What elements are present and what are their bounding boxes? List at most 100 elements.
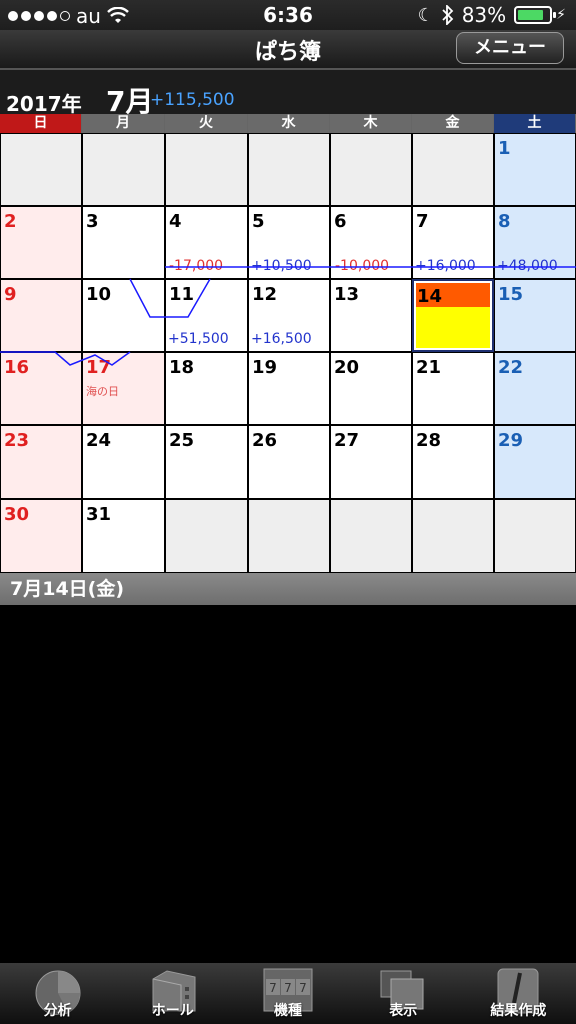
day-number: 14	[417, 286, 443, 307]
holiday-label: 海の日	[86, 385, 119, 398]
calendar-empty-cell	[165, 499, 248, 573]
day-cell-24[interactable]: 24	[82, 425, 165, 499]
day-amount: +16,500	[251, 331, 312, 347]
weekday-tue: 火	[165, 114, 248, 133]
day-number: 29	[498, 430, 524, 451]
calendar-empty-cell	[494, 499, 576, 573]
calendar-empty-cell	[248, 133, 330, 206]
selected-day-body	[416, 307, 490, 348]
day-number: 24	[86, 430, 112, 451]
menu-button[interactable]: メニュー	[456, 32, 564, 64]
day-number: 15	[498, 284, 524, 305]
day-cell-15[interactable]: 15	[494, 279, 576, 352]
day-amount: -10,000	[335, 258, 390, 274]
day-cell-30[interactable]: 30	[0, 499, 82, 573]
weekday-fri: 金	[412, 114, 494, 133]
day-cell-6[interactable]: 6 -10,000	[330, 206, 412, 279]
day-cell-31[interactable]: 31	[82, 499, 165, 573]
day-cell-21[interactable]: 21	[412, 352, 494, 425]
day-cell-7[interactable]: 7 +16,000	[412, 206, 494, 279]
tab-label: 結果作成	[490, 1003, 547, 1019]
day-detail-panel	[0, 605, 576, 963]
calendar-empty-cell	[412, 499, 494, 573]
day-cell-14-selected[interactable]: 14	[412, 279, 494, 352]
day-amount: -17,000	[169, 258, 224, 274]
day-amount: +51,500	[168, 331, 229, 347]
day-cell-26[interactable]: 26	[248, 425, 330, 499]
svg-text:7: 7	[284, 981, 292, 995]
tab-label: 分析	[43, 1003, 72, 1019]
calendar-empty-cell	[0, 133, 82, 206]
day-cell-13[interactable]: 13	[330, 279, 412, 352]
day-number: 8	[498, 211, 511, 232]
day-number: 21	[416, 357, 442, 378]
tab-display[interactable]: 表示	[346, 963, 461, 1024]
day-number: 23	[4, 430, 30, 451]
svg-text:7: 7	[299, 981, 307, 995]
day-number: 12	[252, 284, 278, 305]
tab-bar: 分析 ホール 7 7 7 機種 表示 結果作成	[0, 963, 576, 1024]
day-number: 25	[169, 430, 195, 451]
day-cell-29[interactable]: 29	[494, 425, 576, 499]
month-total: +115,500	[150, 90, 235, 110]
day-amount: +10,500	[251, 258, 312, 274]
day-number: 30	[4, 504, 30, 525]
day-number: 10	[86, 284, 112, 305]
tab-result[interactable]: 結果作成	[461, 963, 576, 1024]
day-cell-5[interactable]: 5 +10,500	[248, 206, 330, 279]
day-cell-11[interactable]: 11 +51,500	[165, 279, 248, 352]
nav-bar: ぱち簿 メニュー	[0, 30, 576, 68]
day-cell-19[interactable]: 19	[248, 352, 330, 425]
day-number: 6	[334, 211, 347, 232]
day-number: 27	[334, 430, 360, 451]
tab-label: 機種	[274, 1003, 302, 1019]
day-cell-3[interactable]: 3	[82, 206, 165, 279]
day-number: 19	[252, 357, 278, 378]
year-label: 2017年	[6, 92, 82, 116]
calendar-empty-cell	[82, 133, 165, 206]
day-cell-25[interactable]: 25	[165, 425, 248, 499]
tab-label: ホール	[151, 1003, 194, 1019]
day-number: 26	[252, 430, 278, 451]
day-cell-23[interactable]: 23	[0, 425, 82, 499]
day-cell-20[interactable]: 20	[330, 352, 412, 425]
day-cell-18[interactable]: 18	[165, 352, 248, 425]
battery-icon	[514, 6, 557, 24]
charging-icon: ⚡	[556, 7, 566, 23]
day-cell-22[interactable]: 22	[494, 352, 576, 425]
calendar-empty-cell	[248, 499, 330, 573]
day-number: 22	[498, 357, 524, 378]
day-number: 13	[334, 284, 360, 305]
day-number: 2	[4, 211, 17, 232]
day-cell-27[interactable]: 27	[330, 425, 412, 499]
tab-machine[interactable]: 7 7 7 機種	[230, 963, 345, 1024]
day-cell-1[interactable]: 1	[494, 133, 576, 206]
day-number: 3	[86, 211, 99, 232]
day-cell-17[interactable]: 17 海の日	[82, 352, 165, 425]
day-number: 4	[169, 211, 182, 232]
month-header: 2017年 7月 +115,500	[0, 68, 576, 118]
calendar-empty-cell	[330, 499, 412, 573]
day-amount: +48,000	[497, 258, 558, 274]
day-number: 17	[86, 357, 112, 378]
day-number: 11	[169, 284, 195, 305]
weekday-wed: 水	[248, 114, 330, 133]
day-cell-12[interactable]: 12 +16,500	[248, 279, 330, 352]
tab-hall[interactable]: ホール	[115, 963, 230, 1024]
day-number: 28	[416, 430, 442, 451]
day-cell-16[interactable]: 16	[0, 352, 82, 425]
day-number: 9	[4, 284, 17, 305]
tab-analysis[interactable]: 分析	[0, 963, 115, 1024]
calendar-empty-cell	[330, 133, 412, 206]
calendar-empty-cell	[412, 133, 494, 206]
day-cell-28[interactable]: 28	[412, 425, 494, 499]
weekday-header: 日 月 火 水 木 金 土	[0, 114, 576, 133]
day-cell-8[interactable]: 8 +48,000	[494, 206, 576, 279]
day-cell-2[interactable]: 2	[0, 206, 82, 279]
day-number: 1	[498, 138, 511, 159]
day-number: 16	[4, 357, 30, 378]
day-number: 18	[169, 357, 195, 378]
day-cell-10[interactable]: 10	[82, 279, 165, 352]
day-cell-9[interactable]: 9	[0, 279, 82, 352]
day-cell-4[interactable]: 4 -17,000	[165, 206, 248, 279]
